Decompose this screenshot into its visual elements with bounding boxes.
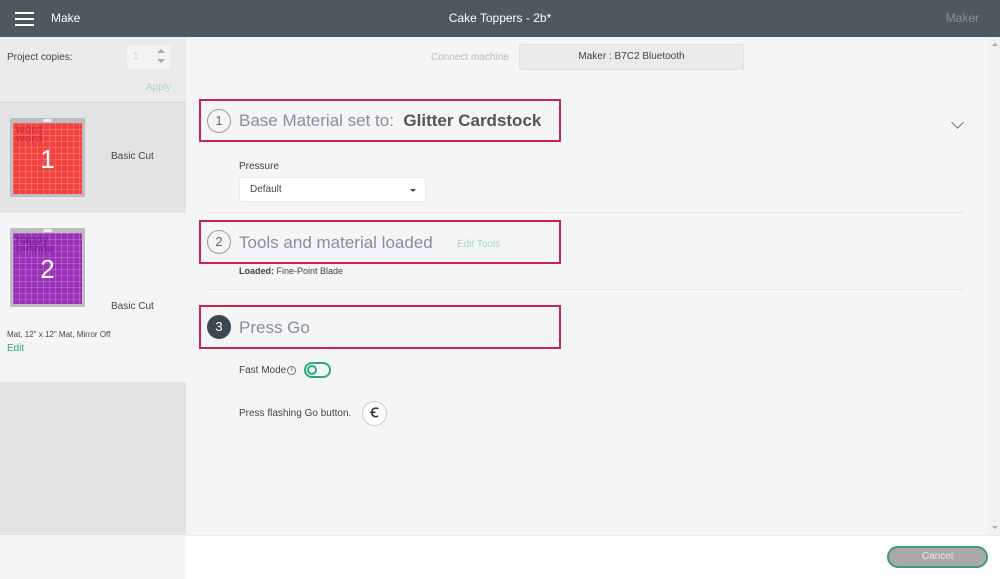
- mat-thumbnail[interactable]: word word 1: [10, 118, 85, 197]
- mat-info: Mat, 12" x 12" Mat, Mirror Off: [7, 330, 111, 339]
- step-1-label: Base Material set to:: [239, 111, 394, 130]
- press-go-instruction: Press flashing Go button.: [239, 408, 352, 419]
- fast-mode-text: Fast Mode: [239, 365, 287, 376]
- hamburger-menu-icon[interactable]: [15, 12, 34, 26]
- step-1-number: 1: [207, 109, 231, 133]
- step-1-title: Base Material set to: Glitter Cardstock: [239, 111, 541, 131]
- pressure-select[interactable]: Default: [239, 177, 426, 202]
- dropdown-caret-icon: [410, 189, 416, 192]
- mat-cut-type: Basic Cut: [111, 301, 154, 312]
- mat-notch: [43, 119, 52, 122]
- sidebar-footer: [0, 535, 186, 579]
- scrollbar[interactable]: [989, 37, 1000, 535]
- info-icon[interactable]: i: [287, 365, 297, 375]
- loaded-tool-value: Fine-Point Blade: [276, 266, 344, 276]
- mat-item-2[interactable]: happy birthday 2 Basic Cut Mat, 12" x 12…: [0, 213, 186, 382]
- step-2-number: 2: [207, 230, 231, 254]
- divider: [208, 289, 965, 290]
- sidebar: Project copies: 1 Apply word word 1 Basi…: [0, 37, 186, 535]
- scroll-up-arrow-icon[interactable]: [992, 43, 998, 46]
- decrement-arrow-icon[interactable]: [157, 59, 165, 63]
- fast-mode-toggle[interactable]: [304, 362, 331, 378]
- pressure-label: Pressure: [239, 161, 280, 172]
- mat-number: 2: [40, 254, 55, 284]
- project-copies-label: Project copies:: [7, 52, 73, 63]
- machine-name: Maker: [945, 11, 979, 25]
- loaded-label: Loaded:: [239, 266, 274, 276]
- step-3-number: 3: [207, 315, 231, 339]
- mat-notch: [43, 229, 52, 232]
- step-3-title: Press Go: [239, 318, 310, 337]
- section-title: Make: [51, 11, 81, 25]
- apply-button[interactable]: Apply: [146, 82, 171, 93]
- pressure-selected-value: Default: [250, 184, 282, 195]
- fast-mode-label: Fast Mode i: [239, 365, 297, 376]
- scroll-down-arrow-icon[interactable]: [992, 526, 998, 529]
- step-2-title: Tools and material loaded: [239, 233, 433, 252]
- divider: [208, 212, 965, 213]
- increment-arrow-icon[interactable]: [157, 49, 165, 53]
- project-copies-panel: Project copies: 1 Apply: [0, 37, 186, 103]
- main-panel: Connect machine Maker : B7C2 Bluetooth 1…: [186, 37, 989, 535]
- project-copies-value[interactable]: 1: [133, 51, 139, 62]
- base-material-value: Glitter Cardstock: [403, 111, 542, 130]
- connect-machine-button[interactable]: Maker : B7C2 Bluetooth: [519, 44, 744, 70]
- mat-cut-type: Basic Cut: [111, 151, 154, 162]
- go-button-icon: Ꞓ: [362, 401, 387, 426]
- edit-mat-link[interactable]: Edit: [7, 343, 24, 354]
- mat-number: 1: [40, 144, 55, 174]
- mat-item-1[interactable]: word word 1 Basic Cut: [0, 104, 186, 213]
- project-copies-stepper[interactable]: 1: [127, 45, 171, 69]
- footer-bar: Cancel: [186, 535, 1000, 579]
- cancel-button[interactable]: Cancel: [887, 546, 988, 568]
- project-title: Cake Toppers - 2b*: [448, 11, 552, 25]
- loaded-tools: Loaded: Fine-Point Blade: [239, 266, 343, 276]
- mat-thumbnail[interactable]: happy birthday 2: [10, 228, 85, 307]
- top-bar: Make Cake Toppers - 2b* Maker: [0, 0, 1000, 37]
- chevron-down-icon[interactable]: [951, 116, 964, 129]
- toggle-knob: [307, 365, 317, 375]
- connect-machine-label: Connect machine: [431, 52, 509, 63]
- edit-tools-link[interactable]: Edit Tools: [457, 239, 500, 250]
